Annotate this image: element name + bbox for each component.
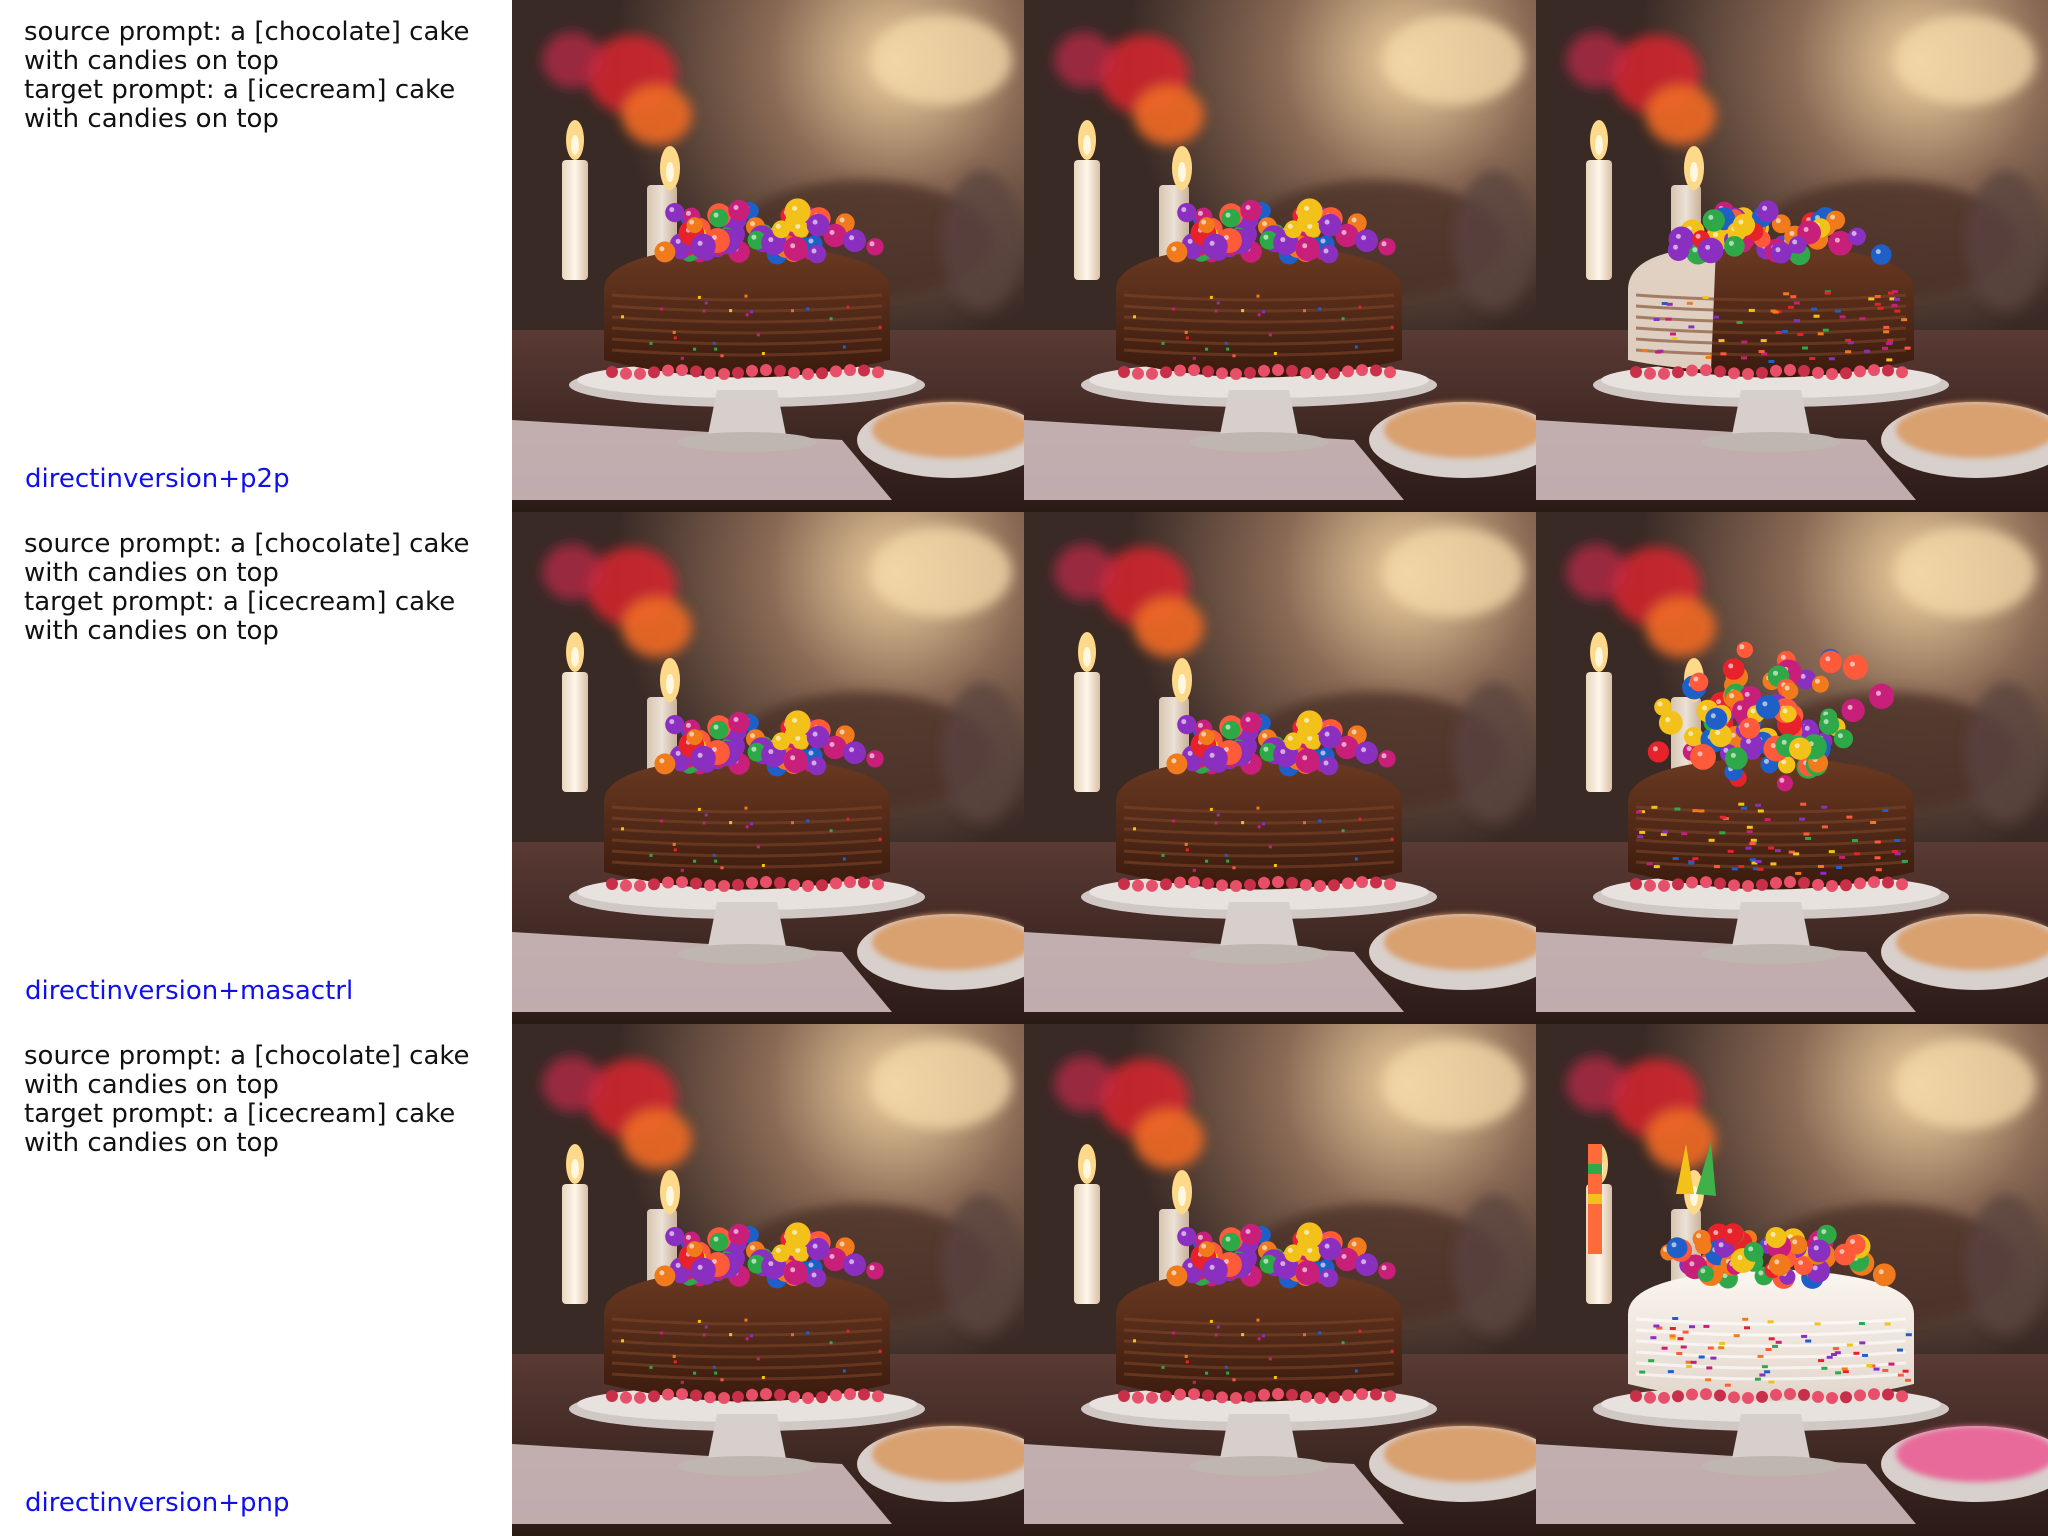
source-image <box>512 512 1024 1024</box>
result-row: source prompt: a [chocolate] cake with c… <box>0 512 2048 1024</box>
edited-image <box>1536 1024 2048 1536</box>
reconstruction-image <box>1024 0 1536 512</box>
prompt-block: source prompt: a [chocolate] cake with c… <box>24 18 508 134</box>
edited-image <box>1536 512 2048 1024</box>
target-prompt: target prompt: a [icecream] cake with ca… <box>24 587 464 646</box>
comparison-grid: source prompt: a [chocolate] cake with c… <box>0 0 2048 1536</box>
prompt-panel: source prompt: a [chocolate] cake with c… <box>0 0 512 512</box>
result-row: source prompt: a [chocolate] cake with c… <box>0 1024 2048 1536</box>
edited-image <box>1536 0 2048 512</box>
source-prompt: source prompt: a [chocolate] cake with c… <box>24 529 478 588</box>
reconstruction-image <box>1024 512 1536 1024</box>
method-label: directinversion+masactrl <box>25 976 354 1006</box>
source-image <box>512 0 1024 512</box>
target-prompt: target prompt: a [icecream] cake with ca… <box>24 75 464 134</box>
method-label: directinversion+p2p <box>25 464 290 494</box>
result-row: source prompt: a [chocolate] cake with c… <box>0 0 2048 512</box>
method-label: directinversion+pnp <box>25 1488 290 1518</box>
source-prompt: source prompt: a [chocolate] cake with c… <box>24 17 478 76</box>
source-prompt: source prompt: a [chocolate] cake with c… <box>24 1041 478 1100</box>
target-prompt: target prompt: a [icecream] cake with ca… <box>24 1099 464 1158</box>
prompt-panel: source prompt: a [chocolate] cake with c… <box>0 512 512 1024</box>
prompt-panel: source prompt: a [chocolate] cake with c… <box>0 1024 512 1536</box>
prompt-block: source prompt: a [chocolate] cake with c… <box>24 1042 508 1158</box>
prompt-block: source prompt: a [chocolate] cake with c… <box>24 530 508 646</box>
source-image <box>512 1024 1024 1536</box>
reconstruction-image <box>1024 1024 1536 1536</box>
